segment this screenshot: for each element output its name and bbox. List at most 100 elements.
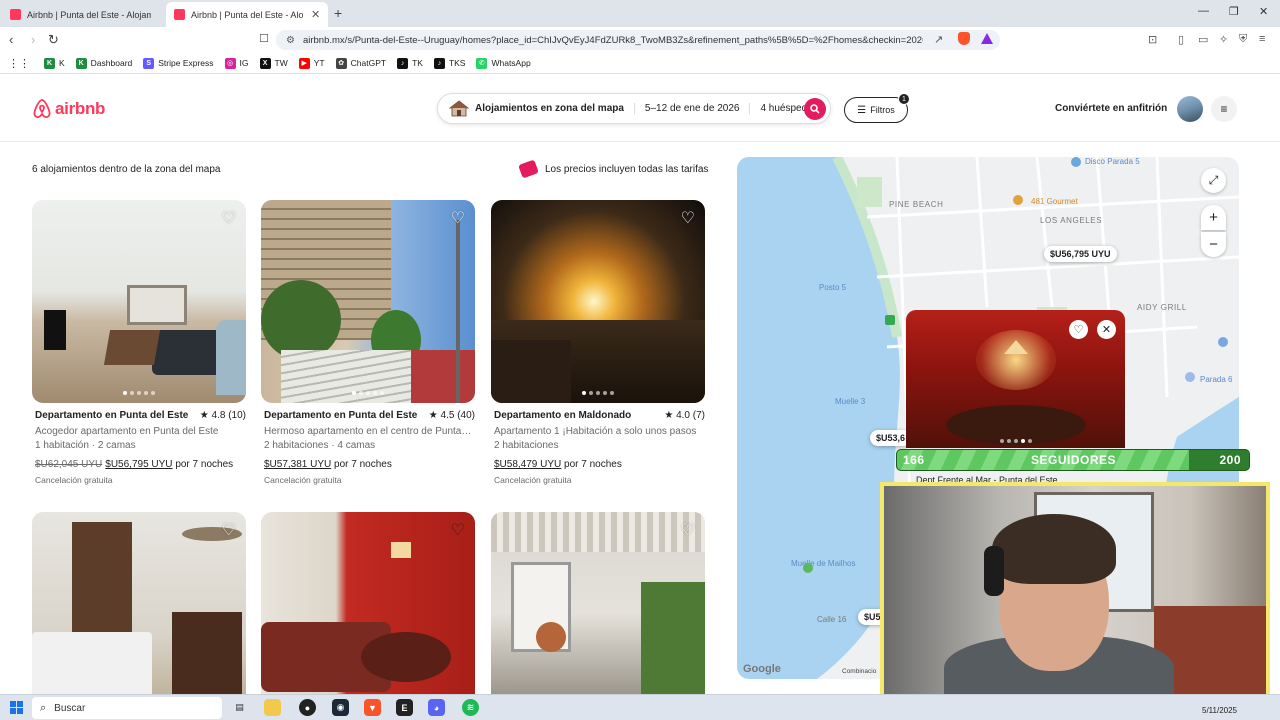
map-listing-popup[interactable]: ♡ ✕ [906, 310, 1125, 448]
ai-icon[interactable]: ✧ [1219, 33, 1228, 46]
airbnb-logo[interactable]: airbnb [32, 98, 105, 119]
spotify-icon[interactable]: ≋ [462, 699, 479, 716]
filters-label: Filtros [870, 105, 895, 115]
poi-marker-icon[interactable] [1185, 372, 1195, 382]
file-explorer-icon[interactable] [264, 699, 281, 716]
avatar[interactable] [1177, 96, 1203, 122]
bookmark-dashboard[interactable]: K Dashboard [75, 57, 132, 69]
listing-card[interactable]: ♡ Departamento en Punta del Este ★ 4.5 (… [261, 200, 475, 490]
bookmark-whatsapp[interactable]: ✆ WhatsApp [476, 57, 531, 69]
taskbar-date[interactable]: 5/11/2025 [1202, 706, 1237, 715]
sidebar-icon[interactable]: ▯ [1178, 33, 1184, 46]
brave-rewards-icon[interactable] [981, 33, 993, 44]
map-credit[interactable]: Combinacio [842, 668, 876, 675]
map-price-pin[interactable]: $U56,795 UYU [1044, 246, 1117, 262]
map-price-pin[interactable]: $U53,6 [870, 430, 912, 446]
wallet-icon[interactable]: ▭ [1198, 33, 1208, 46]
close-icon[interactable]: ✕ [1097, 320, 1116, 339]
discord-icon[interactable]: ◕ [428, 699, 445, 716]
follower-current: 166 [903, 453, 925, 467]
share-icon[interactable]: ↗ [934, 33, 943, 46]
favorite-heart-icon[interactable]: ♡ [451, 520, 465, 540]
hamburger-menu-icon[interactable]: ≡ [1211, 96, 1237, 122]
carousel-dots [1000, 439, 1032, 443]
browser-tab-1[interactable]: Airbnb | Punta del Este - Alojamie [2, 2, 159, 27]
favorite-heart-icon[interactable]: ♡ [1069, 320, 1088, 339]
listing-card[interactable]: ♡ [261, 512, 475, 694]
listing-price[interactable]: $U58,479 UYU por 7 noches [494, 459, 622, 470]
brave-icon[interactable]: ▼ [364, 699, 381, 716]
listing-photo[interactable]: ♡ [261, 200, 475, 403]
listing-photo[interactable]: ♡ [32, 512, 246, 694]
become-host-link[interactable]: Conviértete en anfitrión [1055, 103, 1167, 114]
apps-icon[interactable]: ⋮⋮ [8, 57, 30, 70]
listing-price[interactable]: $U57,381 UYU por 7 noches [264, 459, 392, 470]
poi-marker-icon[interactable] [1218, 337, 1228, 347]
search-bar[interactable]: Alojamientos en zona del mapa 5–12 de en… [437, 93, 831, 124]
listing-photo[interactable]: ♡ [32, 200, 246, 403]
listing-price[interactable]: $U62,045 UYU $U56,795 UYU por 7 noches [35, 459, 233, 470]
listing-title: Departamento en Punta del Este [264, 410, 418, 421]
listing-title: Departamento en Maldonado [494, 410, 632, 421]
steam-icon[interactable]: ◉ [332, 699, 349, 716]
bookmark-ig[interactable]: ◎ IG [224, 57, 249, 69]
search-location[interactable]: Alojamientos en zona del mapa [475, 103, 635, 114]
favorite-heart-icon[interactable]: ♡ [222, 208, 236, 228]
zoom-out-button[interactable]: − [1201, 232, 1226, 257]
search-dates[interactable]: 5–12 de ene de 2026 [635, 103, 751, 114]
bookmark-yt[interactable]: ▶ YT [298, 57, 325, 69]
poi-marker-icon[interactable] [1071, 157, 1081, 167]
favorite-heart-icon[interactable]: ♡ [451, 208, 465, 228]
bookmark-chatgpt[interactable]: ✿ ChatGPT [335, 57, 386, 69]
bookmark-tks[interactable]: ♪ TKS [433, 57, 465, 69]
bookmark-stripe[interactable]: S Stripe Express [143, 57, 214, 69]
tab-search-icon[interactable]: ⊡ [1148, 33, 1157, 46]
listing-card[interactable]: ♡ [32, 512, 246, 694]
favorite-heart-icon[interactable]: ♡ [681, 208, 695, 228]
listing-photo[interactable]: ♡ [261, 512, 475, 694]
epic-games-icon[interactable]: E [396, 699, 413, 716]
task-view-icon[interactable]: ▤ [231, 699, 248, 716]
close-tab-icon[interactable]: ✕ [311, 8, 320, 21]
poi-marker-icon[interactable] [803, 563, 813, 573]
lamp-icon [1004, 340, 1028, 354]
map-label: 481 Gourmet [1031, 197, 1078, 206]
listing-photo[interactable]: ♡ [491, 512, 705, 694]
bookmark-tk[interactable]: ♪ TK [397, 57, 423, 69]
listing-description: Apartamento 1 ¡Habitación a solo unos pa… [494, 426, 697, 437]
bookmark-icon[interactable]: ☐ [259, 32, 269, 45]
back-icon[interactable]: ‹ [9, 32, 13, 47]
listing-card[interactable]: ♡ [491, 512, 705, 694]
cancellation-note: Cancelación gratuita [264, 475, 342, 485]
filters-button[interactable]: ☰ Filtros 1 [844, 93, 910, 123]
brave-shields-icon[interactable] [958, 32, 970, 45]
reload-icon[interactable]: ↻ [48, 32, 59, 48]
menu-icon[interactable]: ≡ [1259, 33, 1265, 45]
browser-tab-2[interactable]: Airbnb | Punta del Este - Alojami ✕ [166, 2, 329, 27]
restore-icon[interactable]: ❐ [1229, 5, 1239, 18]
zoom-in-button[interactable]: + [1201, 205, 1226, 230]
bookmark-k[interactable]: KK [44, 57, 65, 69]
favorite-heart-icon[interactable]: ♡ [222, 520, 236, 540]
expand-map-icon[interactable]: ⤢ [1201, 168, 1226, 193]
poi-marker-icon[interactable] [1013, 195, 1023, 205]
minimize-icon[interactable]: — [1198, 5, 1209, 17]
listing-photo[interactable]: ♡ [491, 200, 705, 403]
windows-start-icon[interactable] [10, 701, 23, 714]
url-input[interactable]: ⚙ airbnb.mx/s/Punta-del-Este--Uruguay/ho… [276, 30, 1000, 50]
obs-icon[interactable]: ● [299, 699, 316, 716]
new-tab-icon[interactable]: + [334, 5, 342, 21]
vpn-icon[interactable]: ⛨ [1239, 33, 1247, 46]
forward-icon[interactable]: › [31, 32, 35, 47]
bookmark-tw[interactable]: X TW [259, 57, 288, 69]
favorite-heart-icon[interactable]: ♡ [681, 520, 695, 540]
listing-card[interactable]: ♡ Departamento en Punta del Este ★ 4.8 (… [32, 200, 246, 490]
listing-card[interactable]: ♡ Departamento en Maldonado ★ 4.0 (7) Ap… [491, 200, 705, 490]
url-text: airbnb.mx/s/Punta-del-Este--Uruguay/home… [302, 34, 923, 46]
close-window-icon[interactable]: ✕ [1259, 5, 1268, 18]
site-settings-icon[interactable]: ⚙ [286, 35, 295, 46]
poi-marker-icon[interactable] [885, 315, 895, 325]
search-button[interactable] [804, 98, 826, 120]
taskbar-search[interactable]: ⌕ Buscar [32, 697, 222, 719]
webcam-overlay [880, 482, 1270, 706]
